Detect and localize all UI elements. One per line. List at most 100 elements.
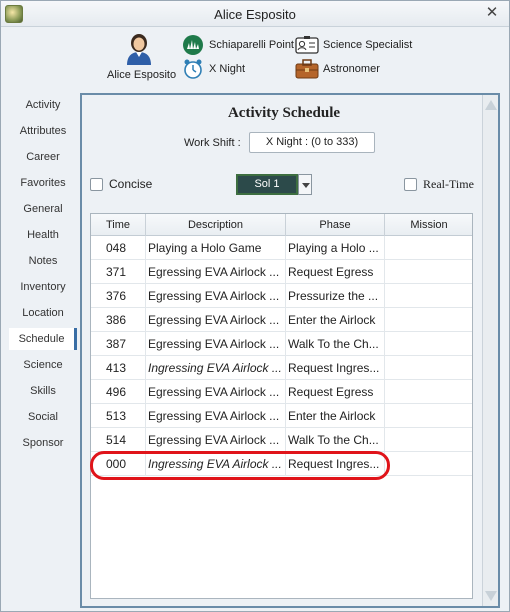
cell-mission xyxy=(385,404,472,428)
cell-phase: Request Egress xyxy=(286,260,385,284)
table-row[interactable]: 000 Ingressing EVA Airlock ... Request I… xyxy=(91,452,472,476)
table-row[interactable]: 371 Egressing EVA Airlock ... Request Eg… xyxy=(91,260,472,284)
sidebar-item-career[interactable]: Career xyxy=(9,146,77,168)
sidebar-item-science[interactable]: Science xyxy=(9,354,77,376)
title-bar[interactable]: Alice Esposito ✕ xyxy=(1,1,509,27)
cell-description: Egressing EVA Airlock ... xyxy=(146,308,286,332)
job-info: Science Specialist xyxy=(295,34,412,56)
job-label: Science Specialist xyxy=(323,39,413,51)
close-icon: ✕ xyxy=(485,4,499,21)
table-row[interactable]: 386 Egressing EVA Airlock ... Enter the … xyxy=(91,308,472,332)
sidebar-item-favorites[interactable]: Favorites xyxy=(9,172,77,194)
table-row[interactable]: 413 Ingressing EVA Airlock ... Request I… xyxy=(91,356,472,380)
cell-mission xyxy=(385,452,472,476)
cell-phase: Request Egress xyxy=(286,380,385,404)
role-label: Astronomer xyxy=(323,63,380,75)
scroll-down-arrow-icon[interactable] xyxy=(485,591,497,601)
column-header-mission[interactable]: Mission xyxy=(385,214,472,236)
work-shift-label: Work Shift : xyxy=(184,137,241,149)
table-row[interactable]: 513 Egressing EVA Airlock ... Enter the … xyxy=(91,404,472,428)
sidebar-item-social[interactable]: Social xyxy=(9,406,77,428)
concise-label: Concise xyxy=(109,177,153,191)
cell-phase: Request Ingres... xyxy=(286,356,385,380)
sidebar-item-attributes[interactable]: Attributes xyxy=(9,120,77,142)
cell-mission xyxy=(385,260,472,284)
cell-description: Ingressing EVA Airlock ... xyxy=(146,452,286,476)
cell-phase: Enter the Airlock xyxy=(286,404,385,428)
panel-title: Activity Schedule xyxy=(227,105,341,121)
id-card-icon xyxy=(295,34,319,56)
cell-description: Ingressing EVA Airlock ... xyxy=(146,356,286,380)
dropdown-arrow-icon[interactable] xyxy=(298,174,312,195)
sidebar-item-inventory[interactable]: Inventory xyxy=(9,276,77,298)
role-info: Astronomer xyxy=(295,58,380,80)
cell-description: Egressing EVA Airlock ... xyxy=(146,332,286,356)
cell-phase: Request Ingres... xyxy=(286,452,385,476)
cell-phase: Walk To the Ch... xyxy=(286,428,385,452)
sidebar-item-activity[interactable]: Activity xyxy=(9,94,77,116)
column-header-time[interactable]: Time xyxy=(91,214,146,236)
shift-info: X Night xyxy=(181,58,245,80)
close-button[interactable]: ✕ xyxy=(483,4,501,22)
cell-phase: Enter the Airlock xyxy=(286,308,385,332)
scroll-up-arrow-icon[interactable] xyxy=(485,100,497,110)
cell-description: Egressing EVA Airlock ... xyxy=(146,428,286,452)
sidebar-item-sponsor[interactable]: Sponsor xyxy=(9,432,77,454)
cell-mission xyxy=(385,356,472,380)
sol-selector[interactable]: Sol 1 xyxy=(236,174,312,195)
cell-mission xyxy=(385,236,472,260)
table-row[interactable]: 514 Egressing EVA Airlock ... Walk To th… xyxy=(91,428,472,452)
settlement-info: Schiaparelli Point xyxy=(181,34,294,56)
cell-time: 386 xyxy=(91,308,146,332)
sol-value[interactable]: Sol 1 xyxy=(236,174,298,195)
cell-description: Playing a Holo Game xyxy=(146,236,286,260)
sidebar-item-location[interactable]: Location xyxy=(9,302,77,324)
cell-phase: Playing a Holo ... xyxy=(286,236,385,260)
cell-mission xyxy=(385,308,472,332)
person-avatar-icon xyxy=(127,34,151,65)
table-row[interactable]: 496 Egressing EVA Airlock ... Request Eg… xyxy=(91,380,472,404)
realtime-checkbox-box[interactable] xyxy=(404,178,417,191)
schedule-panel: Activity Schedule Work Shift : X Night :… xyxy=(80,93,500,608)
work-shift-field: X Night : (0 to 333) xyxy=(249,132,375,153)
cell-mission xyxy=(385,332,472,356)
cell-description: Egressing EVA Airlock ... xyxy=(146,260,286,284)
schedule-table: Time Description Phase Mission 048 Playi… xyxy=(90,213,473,599)
cell-time: 514 xyxy=(91,428,146,452)
person-name: Alice Esposito xyxy=(107,69,177,81)
cell-time: 496 xyxy=(91,380,146,404)
column-header-phase[interactable]: Phase xyxy=(286,214,385,236)
cell-mission xyxy=(385,380,472,404)
sidebar-item-general[interactable]: General xyxy=(9,198,77,220)
cell-mission xyxy=(385,284,472,308)
settlement-icon xyxy=(181,34,205,56)
table-row[interactable]: 387 Egressing EVA Airlock ... Walk To th… xyxy=(91,332,472,356)
sidebar-item-health[interactable]: Health xyxy=(9,224,77,246)
realtime-checkbox[interactable]: Real-Time xyxy=(404,177,474,192)
table-row[interactable]: 048 Playing a Holo Game Playing a Holo .… xyxy=(91,236,472,260)
concise-checkbox-box[interactable] xyxy=(90,177,103,191)
cell-time: 000 xyxy=(91,452,146,476)
panel-scrollbar[interactable] xyxy=(482,95,498,606)
sidebar-item-notes[interactable]: Notes xyxy=(9,250,77,272)
column-header-description[interactable]: Description xyxy=(146,214,286,236)
window-title: Alice Esposito xyxy=(214,7,296,22)
cell-description: Egressing EVA Airlock ... xyxy=(146,380,286,404)
shift-label: X Night xyxy=(209,63,246,75)
settlement-label: Schiaparelli Point xyxy=(209,39,294,51)
cell-mission xyxy=(385,428,472,452)
cell-phase: Walk To the Ch... xyxy=(286,332,385,356)
sidebar-item-schedule[interactable]: Schedule xyxy=(9,328,77,350)
cell-time: 387 xyxy=(91,332,146,356)
table-row[interactable]: 376 Egressing EVA Airlock ... Pressurize… xyxy=(91,284,472,308)
cell-phase: Pressurize the ... xyxy=(286,284,385,308)
cell-time: 513 xyxy=(91,404,146,428)
sidebar: Activity Attributes Career Favorites Gen… xyxy=(1,93,78,612)
concise-checkbox[interactable]: Concise xyxy=(90,177,152,191)
person-window: Alice Esposito ✕ Alice Esposito Schiapar… xyxy=(0,0,510,612)
sidebar-item-skills[interactable]: Skills xyxy=(9,380,77,402)
cell-time: 048 xyxy=(91,236,146,260)
cell-time: 413 xyxy=(91,356,146,380)
realtime-label: Real-Time xyxy=(423,177,474,191)
table-body: 048 Playing a Holo Game Playing a Holo .… xyxy=(91,236,472,476)
